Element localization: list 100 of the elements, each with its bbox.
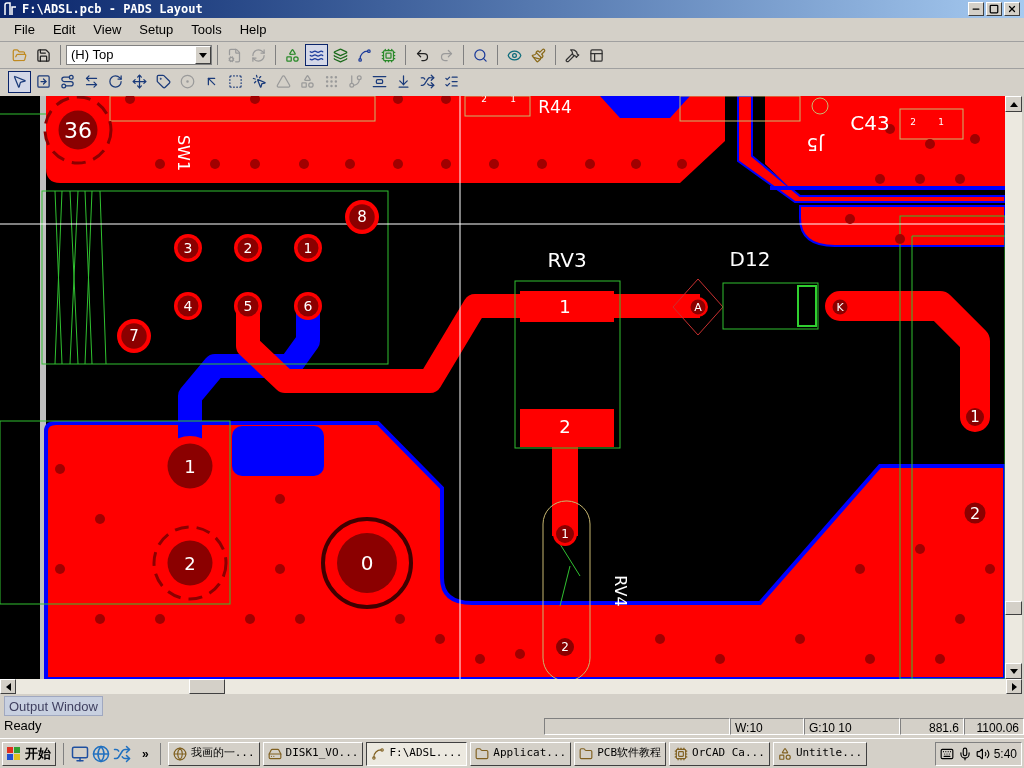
taskbar-button[interactable]: 我画的一... <box>167 741 260 766</box>
close-button[interactable] <box>1004 2 1020 16</box>
menu-item[interactable]: View <box>87 19 128 40</box>
pad-number: 1 <box>970 408 980 426</box>
keyboard-icon[interactable] <box>939 746 954 761</box>
component-label: SW1 <box>173 134 193 172</box>
globe-icon[interactable] <box>92 744 110 763</box>
component-label: J5 <box>806 133 824 155</box>
app-icon <box>579 746 594 761</box>
dots-icon <box>324 74 339 89</box>
layer-dropdown[interactable]: (H) Top <box>66 45 212 65</box>
y-coordinate: 1100.06 <box>964 717 1024 735</box>
app-icon <box>777 746 792 761</box>
component-label: 1 <box>510 96 516 104</box>
pad-number: K <box>836 300 844 314</box>
menu-item[interactable]: Edit <box>46 19 82 40</box>
close-icon <box>1007 4 1017 14</box>
vertical-scrollbar[interactable] <box>1005 96 1022 679</box>
save-icon <box>36 47 51 63</box>
align-icon <box>372 74 387 89</box>
component-label: D12 <box>729 247 771 271</box>
window-icon <box>589 47 604 63</box>
pad-number: 2 <box>243 240 253 256</box>
pad-number: 0 <box>360 551 374 575</box>
document-gear-icon <box>227 47 242 63</box>
hammer-icon <box>565 47 580 63</box>
component-label: 2 <box>910 117 916 127</box>
pointer-icon <box>12 74 27 89</box>
taskbar-button[interactable]: OrCAD Ca... <box>669 741 770 766</box>
arrow-down-line-icon <box>396 74 411 89</box>
triangle-icon <box>276 74 291 89</box>
toolbar-button[interactable] <box>8 70 31 93</box>
scroll-thumb[interactable] <box>1005 600 1022 615</box>
minimize-button[interactable] <box>968 2 984 16</box>
pcb-canvas[interactable]: 36 SW1 2 1 R44 J5 C43 2 1 8 3 2 1 4 5 6 7 RV3 D12 1 A K 2 1 1 2 0 1 RV4 2 2 <box>0 96 1005 679</box>
maximize-icon <box>989 4 999 14</box>
pad-number: 2 <box>184 552 196 574</box>
pad-number: 36 <box>64 117 92 143</box>
eye-icon <box>507 47 522 63</box>
shapes-icon <box>285 47 300 63</box>
toolbar-button[interactable] <box>305 44 328 66</box>
menu-item[interactable]: Help <box>233 19 273 40</box>
component-label: RV3 <box>547 248 587 272</box>
pad-number: 3 <box>183 240 193 256</box>
line-width-status: W:10 <box>730 717 804 735</box>
app-icon <box>267 746 282 761</box>
maximize-button[interactable] <box>986 2 1002 16</box>
more-icon[interactable]: » <box>134 744 157 763</box>
taskbar-button[interactable]: PCB软件教程 <box>574 741 666 766</box>
pad-number: 5 <box>243 298 253 314</box>
component-label: RV4 <box>610 575 630 607</box>
microphone-icon[interactable] <box>957 746 972 761</box>
windows-logo-icon <box>7 746 21 761</box>
pad-number: 6 <box>303 298 313 314</box>
pad-number: A <box>694 300 702 314</box>
pad-number: 1 <box>561 527 569 541</box>
menu-item[interactable]: Tools <box>185 19 228 40</box>
pad-number: 8 <box>357 208 367 226</box>
refresh-icon <box>251 47 266 63</box>
app-logo-icon <box>4 2 18 16</box>
app-icon <box>172 746 187 761</box>
folder-icon <box>12 47 27 63</box>
status-message: Ready <box>3 717 43 736</box>
start-button[interactable]: 开始 <box>2 741 56 766</box>
menu-item[interactable]: Setup <box>133 19 180 40</box>
menu-item[interactable]: File <box>8 19 41 40</box>
pad-number: 2 <box>561 640 569 654</box>
taskbar-button[interactable]: DISK1_VO... <box>262 741 364 766</box>
taskbar-button[interactable]: Applicat... <box>470 741 572 766</box>
taskbar-button[interactable]: Untitle... <box>772 741 868 766</box>
component-label: 2 <box>559 415 571 437</box>
speaker-icon[interactable] <box>975 746 990 761</box>
chip-icon <box>381 47 396 63</box>
pad-number: 2 <box>969 503 981 523</box>
tag-icon <box>156 74 171 89</box>
x-coordinate: 881.6 <box>900 717 964 735</box>
component-label: 2 <box>481 96 487 104</box>
scroll-thumb[interactable] <box>189 679 225 694</box>
app-icon <box>371 746 386 761</box>
desktop-icon[interactable] <box>71 744 89 763</box>
output-window-tab[interactable]: Output Window <box>4 696 103 716</box>
component-label: 1 <box>559 295 571 317</box>
pad-number: 7 <box>129 327 139 345</box>
grid-status: G:10 10 <box>804 717 900 735</box>
circle-icon <box>180 74 195 89</box>
shapes-icon <box>300 74 315 89</box>
route-icon <box>60 74 75 89</box>
pad-number: 1 <box>184 455 196 477</box>
component-label: C43 <box>850 111 890 135</box>
dashed-square-icon <box>228 74 243 89</box>
shuffle-icon <box>420 74 435 89</box>
arrows-icon[interactable] <box>113 744 131 763</box>
swap-icon <box>84 74 99 89</box>
list-icon <box>444 74 459 89</box>
pointer-click-icon <box>252 74 267 89</box>
taskbar-button[interactable]: F:\ADSL.... <box>366 741 468 766</box>
pad-number: 4 <box>183 298 193 314</box>
pad-number: 1 <box>303 240 313 256</box>
horizontal-scrollbar[interactable] <box>0 679 1022 694</box>
layer-value: (H) Top <box>70 46 115 65</box>
